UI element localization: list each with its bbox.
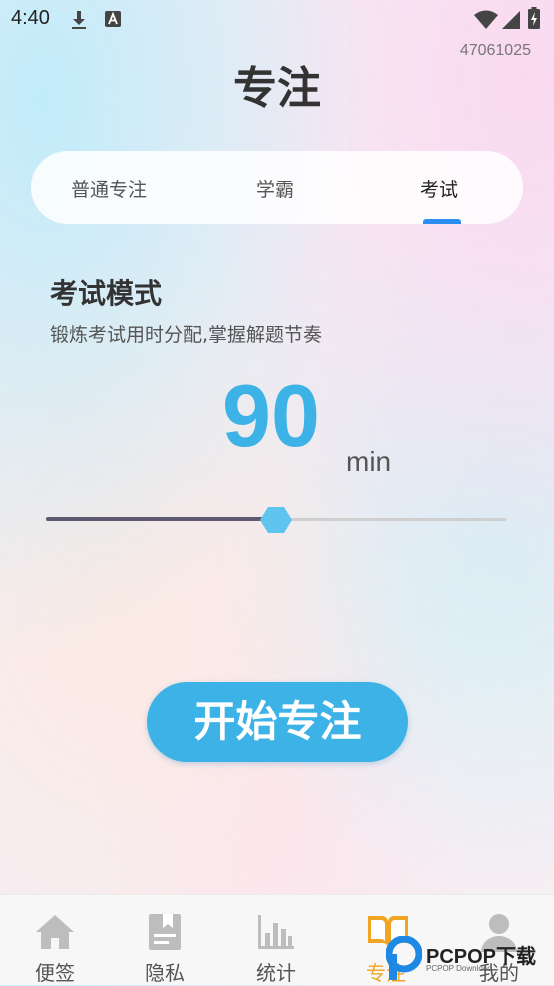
pcpop-logo-icon: [386, 936, 422, 980]
nav-item-privacy[interactable]: 隐私: [110, 895, 220, 985]
tab-top-student[interactable]: 学霸: [256, 175, 294, 202]
wifi-icon: [474, 10, 498, 34]
timer-unit: min: [346, 446, 392, 477]
tab-exam[interactable]: 考试: [420, 175, 458, 202]
nav-item-notes[interactable]: 便签: [0, 895, 110, 985]
watermark: PCPOP下载 PCPOP Download: [386, 936, 554, 984]
page-title: 专注: [233, 63, 321, 114]
mode-description: 锻炼考试用时分配,掌握解题节奏: [50, 324, 323, 346]
home-icon: [36, 915, 74, 949]
text-notification-icon: [104, 10, 122, 32]
nav-label: 隐私: [145, 961, 185, 985]
battery-charging-icon: [528, 7, 540, 33]
slider-fill: [46, 517, 276, 521]
download-icon: [70, 10, 88, 34]
mode-title: 考试模式: [50, 277, 163, 310]
timer-minutes: 90: [222, 366, 320, 465]
watermark-sub: PCPOP Download: [426, 964, 492, 973]
duration-slider[interactable]: [46, 506, 506, 534]
start-focus-button[interactable]: 开始专注: [147, 682, 408, 762]
tab-normal-focus[interactable]: 普通专注: [71, 175, 147, 202]
tab-active-indicator: [423, 219, 461, 224]
bar-chart-icon: [258, 915, 294, 949]
nav-label: 便签: [35, 961, 75, 985]
nav-label: 统计: [256, 961, 296, 985]
slider-thumb[interactable]: [259, 506, 293, 534]
signal-icon: [501, 10, 521, 34]
nav-item-stats[interactable]: 统计: [221, 895, 331, 985]
mode-tabs: 普通专注 学霸 考试: [31, 151, 523, 224]
status-bar: 4:40: [0, 0, 554, 38]
status-time: 4:40: [11, 7, 50, 29]
lock-document-icon: [149, 914, 181, 950]
